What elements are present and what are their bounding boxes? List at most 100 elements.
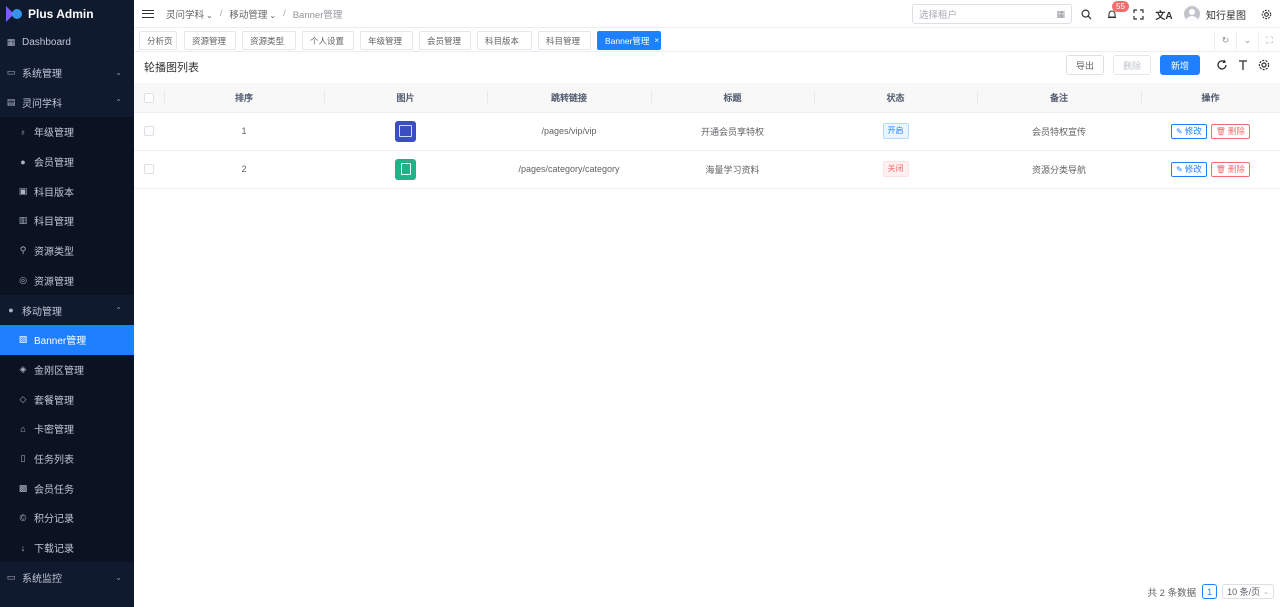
tab[interactable]: 科目管理 [538, 31, 591, 50]
sidebar-item[interactable]: ⌂ 卡密管理 [0, 413, 134, 444]
sidebar-item[interactable]: ▭ 系统管理 ⌄ [0, 58, 134, 88]
row-checkbox[interactable] [144, 164, 154, 175]
status-cell: 开启 [814, 112, 977, 151]
banner-thumbnail[interactable] [395, 120, 416, 142]
tab[interactable]: 会员管理 [419, 31, 471, 50]
sidebar-item-label: 移动管理 [22, 306, 62, 318]
language-icon[interactable]: 文A [1152, 4, 1176, 24]
actions-cell: ✎ 修改 🗑 删除 [1141, 112, 1280, 151]
breadcrumb-label: 灵问学科 [166, 9, 205, 21]
sidebar-item[interactable]: ▣ 科目版本 [0, 176, 134, 207]
export-button[interactable]: 导出 [1065, 55, 1104, 75]
tab[interactable]: 分析页 [139, 31, 177, 50]
menu-arrow-icon: ⌃ [115, 305, 122, 315]
pagination-total: 共 2 条数据 [1147, 587, 1197, 599]
breadcrumb-label: 移动管理 [229, 9, 268, 21]
sidebar-item[interactable]: ♁ 年级管理 [0, 117, 134, 147]
app-name: Plus Admin [28, 7, 94, 21]
banner-thumbnail[interactable] [395, 158, 416, 180]
table-toolbar: 导出 删除 新增 [1057, 55, 1272, 75]
sidebar-item[interactable]: ⚲ 资源类型 [0, 235, 134, 266]
column-header: 标题 [651, 83, 814, 113]
sidebar-item[interactable]: ● 移动管理 ⌃ [0, 295, 134, 325]
sidebar-item-label: 科目管理 [34, 217, 74, 229]
column-height-icon[interactable] [1235, 57, 1251, 73]
select-cell [134, 112, 164, 151]
status-cell: 关闭 [814, 150, 977, 189]
batch-delete-button[interactable]: 删除 [1112, 55, 1151, 75]
tab[interactable]: 个人设置 [302, 31, 354, 50]
sidebar-item[interactable]: ◈ 金刚区管理 [0, 354, 134, 385]
close-icon[interactable]: × [654, 36, 659, 45]
tab[interactable]: 资源类型 [242, 31, 296, 50]
pagination-current-page[interactable]: 1 [1202, 584, 1218, 599]
sidebar-item[interactable]: © 积分记录 [0, 503, 134, 533]
breadcrumb-separator: / [283, 8, 286, 19]
column-header: 状态 [814, 83, 977, 113]
tab[interactable]: Banner管理 × [597, 31, 661, 50]
sidebar-item[interactable]: ↓ 下载记录 [0, 532, 134, 563]
header-actions: 选择租户 ▦ 55 文A 知行星图 [912, 0, 1280, 28]
sidebar-item[interactable]: ▩ 会员任务 [0, 473, 134, 503]
sidebar-item[interactable]: ▭ 系统监控 ⌄ [0, 562, 134, 592]
sidebar-item[interactable]: ▤ 灵问学科 ⌃ [0, 87, 134, 117]
sidebar-item[interactable]: ● 会员管理 [0, 146, 134, 177]
refresh-tab-icon[interactable]: ↻ [1214, 30, 1236, 50]
tab-dropdown-icon[interactable]: ⌄ [1236, 30, 1258, 50]
maximize-icon[interactable]: ⛶ [1258, 30, 1280, 50]
tab[interactable]: 科目版本 [477, 31, 532, 50]
avatar[interactable] [1184, 6, 1200, 22]
chevron-down-icon: ⌄ [269, 10, 277, 20]
collapse-menu-icon[interactable] [142, 8, 154, 20]
logo[interactable]: Plus Admin [0, 0, 134, 28]
fullscreen-icon[interactable] [1126, 4, 1150, 24]
select-all-checkbox[interactable] [144, 92, 154, 103]
sidebar-item-label: 年级管理 [34, 128, 74, 140]
tenant-select[interactable]: 选择租户 ▦ [912, 4, 1072, 24]
top-header: 灵问学科 ⌄ / 移动管理 ⌄ / Banner管理 选择租户 ▦ 55 文A 知行星图 [134, 0, 1280, 28]
select-all-cell [134, 83, 164, 113]
page-size-select[interactable]: 10 条/页 ⌄ [1222, 584, 1274, 599]
settings-gear-icon[interactable] [1254, 4, 1278, 24]
tab-label: 会员管理 [427, 35, 462, 46]
add-button[interactable]: 新增 [1160, 55, 1200, 75]
row-checkbox[interactable] [144, 126, 154, 137]
edit-icon: ✎ [1176, 164, 1183, 174]
sidebar-item[interactable]: ▨ Banner管理 [0, 324, 134, 355]
delete-button[interactable]: 🗑 删除 [1210, 161, 1250, 177]
sidebar-item-label: 系统管理 [22, 69, 62, 81]
tab[interactable]: 年级管理 [360, 31, 413, 50]
status-badge: 开启 [882, 123, 909, 139]
sidebar-item-label: 任务列表 [34, 454, 74, 466]
refresh-icon[interactable] [1214, 57, 1230, 73]
tab-label: 科目版本 [485, 35, 520, 46]
sidebar-item[interactable]: ▥ 科目管理 [0, 206, 134, 236]
tab[interactable]: 资源管理 [184, 31, 236, 50]
username[interactable]: 知行星图 [1206, 7, 1246, 22]
table-row[interactable]: 1/pages/vip/vip 开通会员享特权 开启 会员特权宣传 ✎ 修改 🗑 删除 [134, 112, 1280, 151]
sidebar-item[interactable]: ◎ 资源管理 [0, 265, 134, 296]
list-icon: ▯ [20, 452, 26, 463]
sidebar-item[interactable]: ▦ Dashboard [0, 28, 134, 58]
sidebar-item-label: 灵问学科 [22, 98, 62, 110]
breadcrumb-item[interactable]: Banner管理 [293, 7, 345, 21]
tab-label: 资源管理 [192, 35, 227, 46]
grid-icon: ◈ [19, 363, 27, 374]
table-row[interactable]: 2/pages/category/category 海量学习资料 关闭 资源分类导航 ✎… [134, 150, 1280, 189]
sidebar-item[interactable]: ▯ 任务列表 [0, 443, 134, 474]
chat-icon: ● [20, 156, 26, 167]
chevron-down-icon: ⌄ [1263, 588, 1269, 596]
tab-label: 年级管理 [368, 35, 403, 46]
edit-button[interactable]: ✎ 修改 [1171, 161, 1207, 177]
column-settings-icon[interactable] [1256, 57, 1272, 73]
sidebar-item[interactable]: ◇ 套餐管理 [0, 384, 134, 414]
sidebar-item-label: 下载记录 [34, 544, 74, 556]
notification-bell-icon[interactable]: 55 [1100, 1, 1129, 24]
breadcrumb-item[interactable]: 移动管理 ⌄ [229, 7, 276, 21]
edit-button[interactable]: ✎ 修改 [1171, 123, 1207, 139]
column-header: 图片 [324, 83, 487, 113]
delete-button[interactable]: 🗑 删除 [1210, 123, 1250, 139]
breadcrumb-item[interactable]: 灵问学科 ⌄ [166, 7, 213, 21]
search-icon[interactable] [1074, 4, 1098, 24]
sidebar-item-label: 系统监控 [22, 573, 62, 585]
